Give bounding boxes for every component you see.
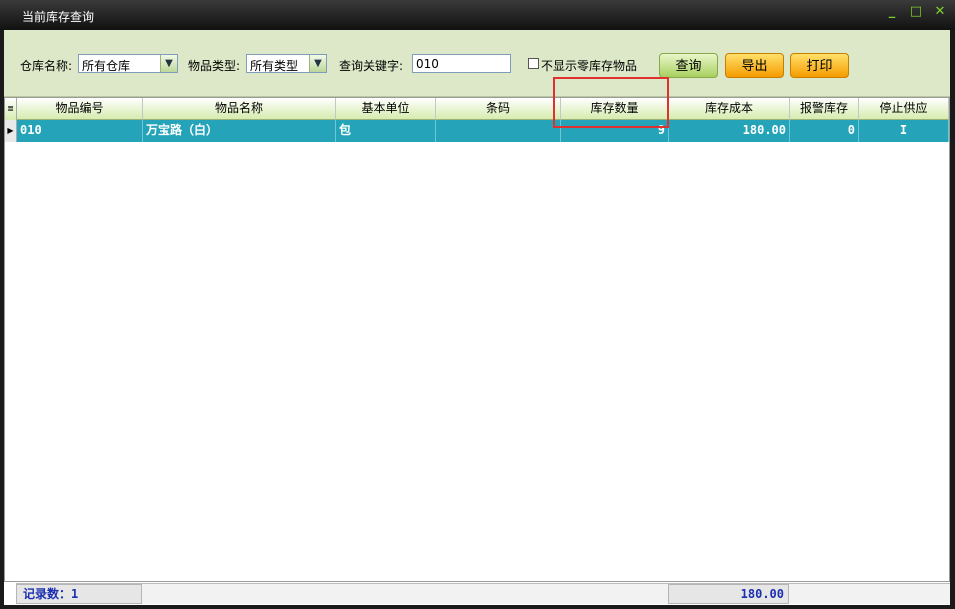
hide-zero-checkbox[interactable] <box>528 58 539 69</box>
category-select-value: 所有类型 <box>250 59 299 73</box>
column-header-barcode[interactable]: 条码 <box>436 98 561 120</box>
close-icon[interactable]: ✕ <box>933 5 947 19</box>
column-header-alarm[interactable]: 报警库存 <box>790 98 859 120</box>
record-count: 记录数：1 <box>16 584 142 604</box>
keyword-label: 查询关键字: <box>339 59 404 73</box>
column-header-stop[interactable]: 停止供应 <box>859 98 949 120</box>
table-cell-alarm[interactable]: 0 <box>790 120 859 142</box>
table-cell-stop[interactable]: I <box>859 120 949 142</box>
total-cost: 180.00 <box>668 584 789 604</box>
category-select[interactable]: 所有类型 ▼ <box>246 54 327 73</box>
column-header-name[interactable]: 物品名称 <box>143 98 336 120</box>
column-header-cost[interactable]: 库存成本 <box>669 98 790 120</box>
minimize-icon[interactable]: _ <box>885 5 899 19</box>
chevron-down-icon[interactable]: ▼ <box>309 55 326 72</box>
row-indicator-icon[interactable]: ▶ <box>5 120 17 142</box>
table-cell-qty[interactable]: 9 <box>561 120 669 142</box>
query-button[interactable]: 查询 <box>659 53 718 78</box>
column-header-code[interactable]: 物品编号 <box>17 98 143 120</box>
inventory-table: ≣ 物品编号 物品名称 基本单位 条码 库存数量 库存成本 报警库存 停止供应 … <box>4 97 950 582</box>
summary-footer: 记录数：1 180.00 <box>16 583 950 604</box>
inventory-window: 当前库存查询 _ □ ✕ 仓库名称: 所有仓库 ▼ 物品类型: 所有类型 ▼ 查… <box>0 0 955 609</box>
table-cell-code[interactable]: 010 <box>17 120 143 142</box>
keyword-input[interactable] <box>412 54 511 73</box>
window-controls: _ □ ✕ <box>885 5 947 19</box>
filter-toolbar: 仓库名称: 所有仓库 ▼ 物品类型: 所有类型 ▼ 查询关键字: 不显示零库存物… <box>4 30 950 97</box>
column-header-unit[interactable]: 基本单位 <box>336 98 436 120</box>
export-button[interactable]: 导出 <box>725 53 784 78</box>
window-title: 当前库存查询 <box>22 10 95 24</box>
table-cell-barcode[interactable] <box>436 120 561 142</box>
table-cell-cost[interactable]: 180.00 <box>669 120 790 142</box>
category-label: 物品类型: <box>188 59 241 73</box>
title-bar[interactable]: 当前库存查询 _ □ ✕ <box>0 0 955 30</box>
warehouse-select[interactable]: 所有仓库 ▼ <box>78 54 178 73</box>
print-button[interactable]: 打印 <box>790 53 849 78</box>
table-cell-unit[interactable]: 包 <box>336 120 436 142</box>
main-content: 仓库名称: 所有仓库 ▼ 物品类型: 所有类型 ▼ 查询关键字: 不显示零库存物… <box>4 30 950 605</box>
table-cell-name[interactable]: 万宝路（白） <box>143 120 336 142</box>
warehouse-select-value: 所有仓库 <box>82 59 131 73</box>
maximize-icon[interactable]: □ <box>909 5 923 19</box>
hide-zero-label: 不显示零库存物品 <box>541 59 638 73</box>
chevron-down-icon[interactable]: ▼ <box>160 55 177 72</box>
grid-corner-icon[interactable]: ≣ <box>5 98 17 120</box>
column-header-qty[interactable]: 库存数量 <box>561 98 669 120</box>
warehouse-label: 仓库名称: <box>20 59 73 73</box>
